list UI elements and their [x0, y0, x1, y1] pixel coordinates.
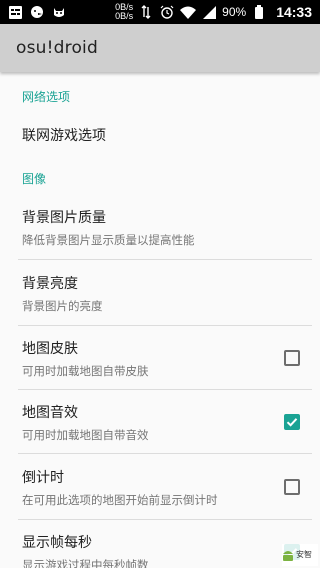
category-header-graphics: 图像: [22, 172, 47, 186]
pref-title: 显示帧每秒: [22, 534, 92, 551]
clock: 14:33: [276, 4, 312, 20]
bird-icon: [29, 4, 45, 20]
notification-grid-icon: [7, 4, 23, 20]
status-bar: 0B/s 0B/s 90% 14:33: [0, 0, 320, 24]
pref-background-brightness[interactable]: 背景亮度 背景图片的亮度: [0, 260, 320, 326]
pref-online-options[interactable]: 联网游戏选项: [0, 112, 320, 158]
cat-icon: [51, 4, 67, 20]
pref-summary: 显示游戏过程中每秒帧数: [22, 557, 149, 568]
countdown-checkbox[interactable]: [284, 479, 300, 495]
watermark-text: 安智: [296, 550, 312, 559]
skin-checkbox[interactable]: [284, 350, 300, 366]
pref-beatmap-skin[interactable]: 地图皮肤 可用时加载地图自带皮肤: [0, 326, 320, 390]
pref-beatmap-sound[interactable]: 地图音效 可用时加载地图自带音效: [0, 390, 320, 454]
pref-show-fps[interactable]: 显示帧每秒 显示游戏过程中每秒帧数: [0, 520, 320, 568]
pref-summary: 可用时加载地图自带皮肤: [22, 363, 149, 378]
app-title: osu!droid: [16, 38, 98, 58]
alarm-icon: [159, 4, 175, 20]
battery-percent: 90%: [222, 5, 247, 19]
category-header-network: 网络选项: [22, 90, 71, 104]
pref-title: 背景亮度: [22, 275, 78, 292]
wifi-icon: [180, 4, 197, 20]
pref-title: 地图皮肤: [22, 340, 78, 357]
pref-title: 背景图片质量: [22, 209, 106, 226]
pref-title: 地图音效: [22, 404, 78, 421]
pref-summary: 在可用此选项的地图开始前显示倒计时: [22, 492, 218, 507]
pref-summary: 背景图片的亮度: [22, 298, 103, 313]
data-arrows-icon: [138, 4, 154, 20]
pref-summary: 降低背景图片显示质量以提高性能: [22, 232, 195, 247]
android-logo-icon: [283, 551, 293, 561]
watermark-logo: 安智: [282, 544, 318, 566]
signal-icon: [201, 4, 217, 20]
settings-list[interactable]: 网络选项 联网游戏选项 图像 背景图片质量 降低背景图片显示质量以提高性能 背景…: [0, 72, 320, 568]
net-up-speed: 0B/s: [115, 11, 134, 21]
pref-summary: 可用时加载地图自带音效: [22, 427, 149, 442]
app-bar: osu!droid: [0, 24, 320, 72]
network-speed: 0B/s 0B/s: [115, 3, 133, 21]
pref-title: 倒计时: [22, 469, 64, 486]
pref-background-quality[interactable]: 背景图片质量 降低背景图片显示质量以提高性能: [0, 194, 320, 260]
checkmark-icon: [286, 418, 298, 427]
pref-title: 联网游戏选项: [22, 128, 106, 144]
pref-countdown[interactable]: 倒计时 在可用此选项的地图开始前显示倒计时: [0, 454, 320, 520]
sound-checkbox[interactable]: [284, 414, 300, 430]
battery-icon: [251, 4, 267, 20]
